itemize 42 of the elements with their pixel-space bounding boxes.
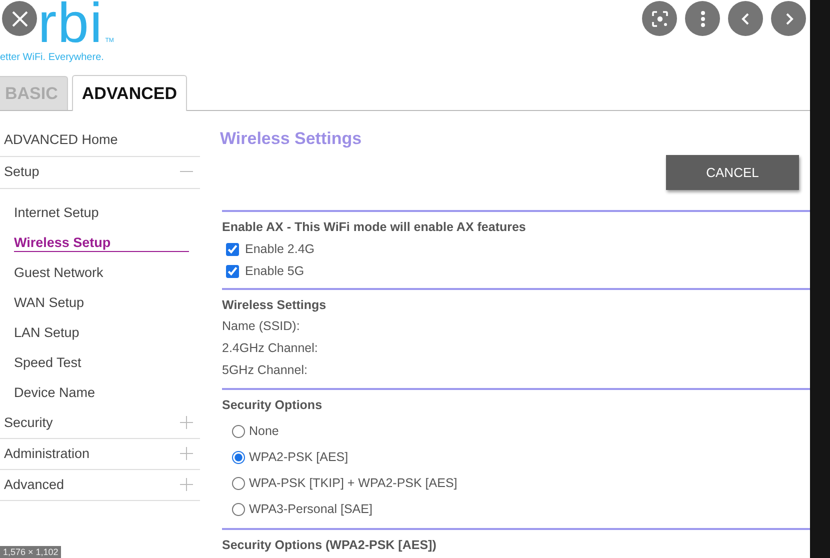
more-icon[interactable] <box>685 1 720 36</box>
section-heading: Enable AX - This WiFi mode will enable AX features <box>222 220 527 234</box>
tab[interactable]: ADVANCED <box>72 75 187 111</box>
radio-label: WPA2-PSK [AES] <box>249 450 348 464</box>
submenu-item[interactable]: Device Name <box>14 385 200 400</box>
field-label: 5GHz Channel: <box>222 362 308 379</box>
back-icon[interactable] <box>728 1 763 36</box>
submenu-item[interactable]: Guest Network <box>14 265 200 280</box>
cancel-button[interactable]: CANCEL <box>666 155 799 190</box>
radio-button[interactable] <box>232 424 245 438</box>
tagline: etter WiFi. Everywhere. <box>0 52 105 63</box>
field-label: Name (SSID): <box>222 318 301 335</box>
forward-icon[interactable] <box>771 1 806 36</box>
section-heading: Security Options <box>222 398 324 412</box>
menu-item[interactable]: Setup <box>4 164 40 179</box>
menu-item[interactable]: Security <box>4 415 53 430</box>
image-size-badge: 1,576 × 1,102 <box>0 546 62 558</box>
menu-item[interactable]: ADVANCED Home <box>4 132 118 147</box>
radio-button[interactable] <box>232 502 245 516</box>
lens-icon[interactable] <box>642 1 677 36</box>
radio-button[interactable] <box>232 450 245 464</box>
menu-item[interactable]: Advanced <box>4 477 64 492</box>
checkbox-label: Enable 2.4G <box>245 242 314 256</box>
radio-label: None <box>249 424 279 438</box>
submenu-item[interactable]: Internet Setup <box>14 205 200 220</box>
close-icon[interactable] <box>2 1 37 36</box>
section-heading: Security Options (WPA2-PSK [AES]) <box>222 538 438 552</box>
submenu-item[interactable]: Wireless Setup <box>14 235 189 252</box>
page-title: Wireless Settings <box>220 129 362 148</box>
radio-label: WPA3-Personal [SAE] <box>249 502 372 516</box>
submenu-item[interactable]: Speed Test <box>14 355 200 370</box>
submenu-item[interactable]: WAN Setup <box>14 295 200 310</box>
radio-button[interactable] <box>232 476 245 490</box>
menu-item[interactable]: Administration <box>4 446 90 461</box>
submenu-item[interactable]: LAN Setup <box>14 325 200 340</box>
checkbox[interactable] <box>226 264 239 278</box>
checkbox[interactable] <box>226 242 239 256</box>
checkbox-label: Enable 5G <box>245 264 304 278</box>
section-heading: Wireless Settings <box>222 298 328 312</box>
field-label: 2.4GHz Channel: <box>222 340 319 357</box>
radio-label: WPA-PSK [TKIP] + WPA2-PSK [AES] <box>249 476 458 490</box>
logo-wordmark: rbi <box>38 0 104 46</box>
